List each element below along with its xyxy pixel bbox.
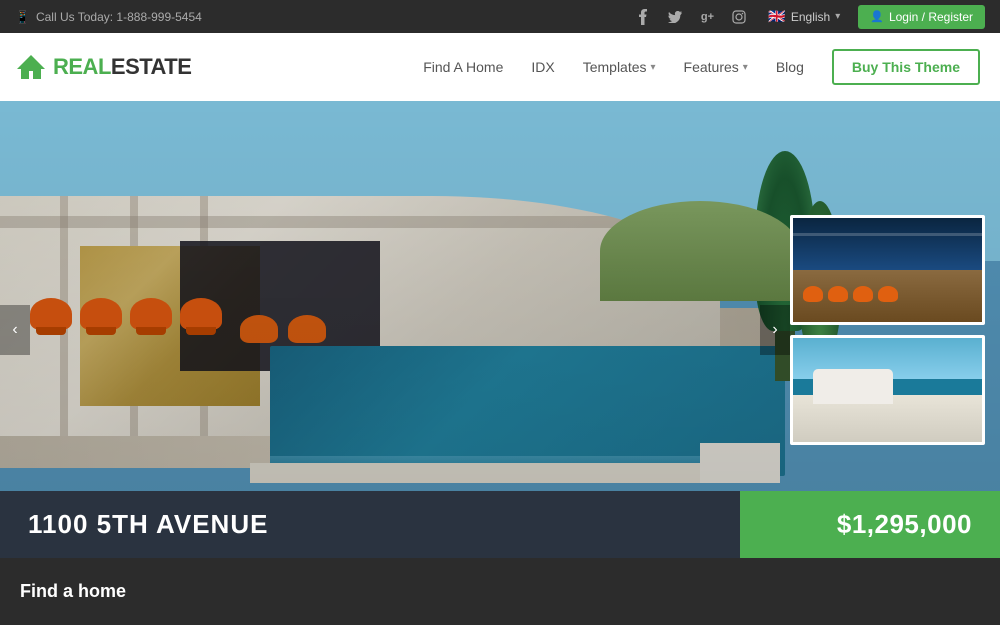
googleplus-icon[interactable]: g+ [696, 6, 718, 28]
main-nav: REALESTATE Find A Home IDX Templates ▾ F… [0, 33, 1000, 101]
language-selector[interactable]: 🇬🇧 English ▾ [760, 8, 848, 25]
nav-find-home[interactable]: Find A Home [423, 59, 503, 75]
property-price: $1,295,000 [740, 491, 1000, 558]
nav-features[interactable]: Features ▾ [684, 59, 748, 75]
buy-theme-button[interactable]: Buy This Theme [832, 49, 980, 85]
phone-icon: 📱 [15, 10, 30, 24]
hero-section: ‹ › [0, 101, 1000, 558]
thumbnail-2[interactable] [790, 335, 985, 445]
logo[interactable]: REALESTATE [15, 53, 191, 81]
nav-templates[interactable]: Templates ▾ [583, 59, 656, 75]
hero-thumbnails [790, 215, 985, 445]
find-home-title: Find a home [20, 581, 126, 602]
logo-text: REALESTATE [53, 54, 191, 80]
chevron-down-icon: ▾ [835, 11, 840, 22]
nav-idx[interactable]: IDX [531, 59, 554, 75]
slider-prev-arrow[interactable]: ‹ [0, 305, 30, 355]
templates-caret-icon: ▾ [651, 62, 656, 73]
phone-text: Call Us Today: 1-888-999-5454 [36, 10, 202, 24]
thumbnail-1[interactable] [790, 215, 985, 325]
login-register-button[interactable]: 👤 Login / Register [858, 5, 985, 29]
nav-blog[interactable]: Blog [776, 59, 804, 75]
slider-next-arrow[interactable]: › [760, 305, 790, 355]
top-bar: 📱 Call Us Today: 1-888-999-5454 g+ [0, 0, 1000, 33]
find-home-bar: Find a home [0, 558, 1000, 625]
social-icons: g+ [632, 6, 750, 28]
features-caret-icon: ▾ [743, 62, 748, 73]
twitter-icon[interactable] [664, 6, 686, 28]
facebook-icon[interactable] [632, 6, 654, 28]
user-icon: 👤 [870, 10, 884, 23]
top-bar-right: g+ 🇬🇧 English ▾ 👤 Login / Register [632, 5, 985, 29]
top-bar-left: 📱 Call Us Today: 1-888-999-5454 [15, 10, 202, 24]
property-info-bar: 1100 5TH AVENUE $1,295,000 [0, 491, 1000, 558]
flag-icon: 🇬🇧 [768, 8, 785, 25]
property-name: 1100 5TH AVENUE [0, 491, 740, 558]
language-label: English [791, 10, 830, 24]
nav-links: Find A Home IDX Templates ▾ Features ▾ B… [423, 49, 980, 85]
instagram-icon[interactable] [728, 6, 750, 28]
